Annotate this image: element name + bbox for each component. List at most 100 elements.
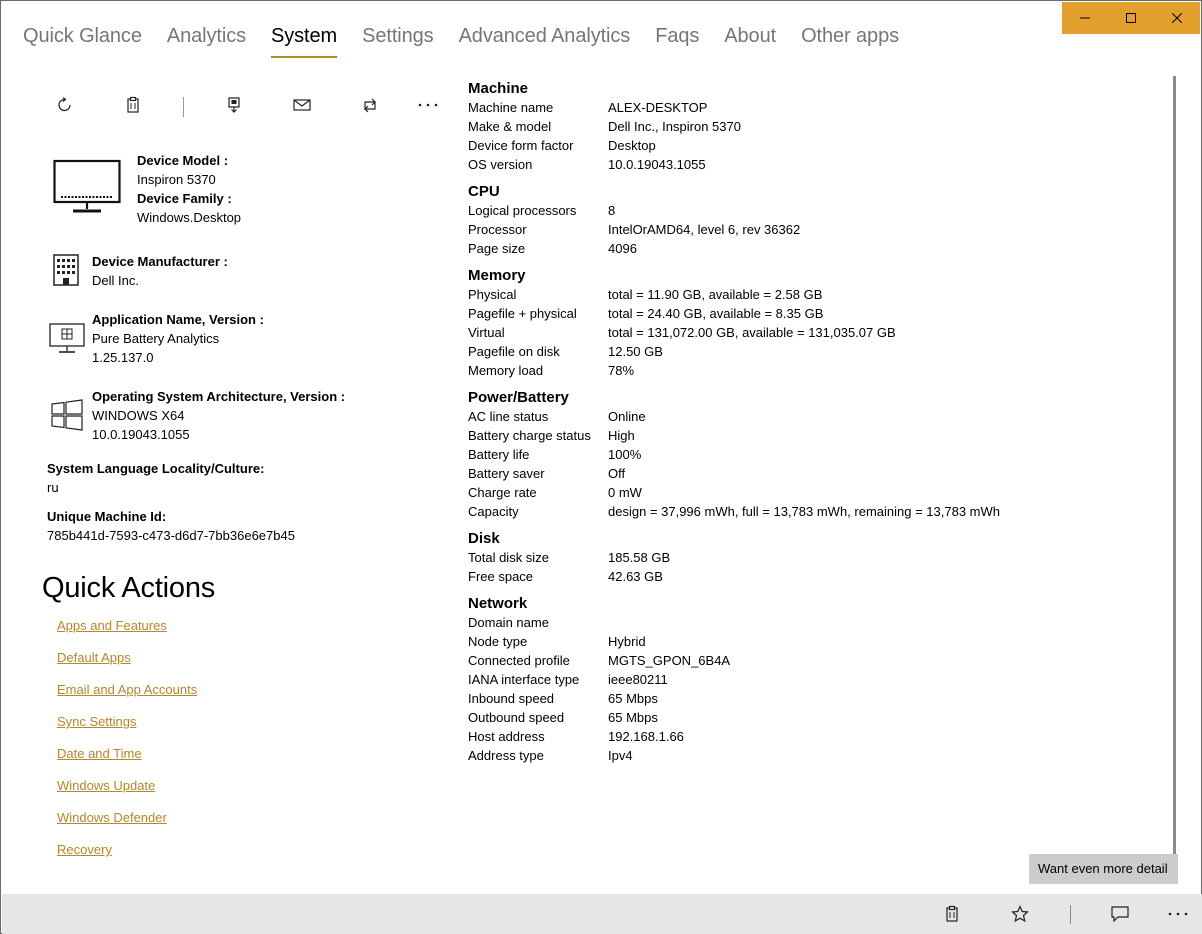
clipboard-icon — [946, 905, 958, 922]
link-email-and-app-accounts[interactable]: Email and App Accounts — [57, 680, 197, 712]
command-more-button[interactable] — [1162, 902, 1194, 926]
info-value: 0 mW — [608, 485, 642, 500]
system-info-panel: Machine Machine name ALEX-DESKTOP Make & mo… — [468, 79, 1158, 765]
windows-logo-icon — [51, 399, 83, 436]
feedback-icon — [1111, 906, 1129, 922]
tab-quick-glance[interactable]: Quick Glance — [23, 25, 142, 48]
info-value: 192.168.1.66 — [608, 729, 684, 744]
info-row: Pagefile on disk 12.50 GB — [468, 342, 1158, 361]
info-key: Memory load — [468, 363, 544, 378]
info-value: 10.0.19043.1055 — [608, 157, 706, 172]
info-value: 4096 — [608, 241, 637, 256]
info-value: IntelOrAMD64, level 6, rev 36362 — [608, 222, 801, 237]
info-row: Total disk size 185.58 GB — [468, 548, 1158, 567]
info-key: Pagefile + physical — [468, 306, 577, 321]
section-heading-network: Network — [468, 595, 528, 612]
save-button[interactable] — [218, 91, 250, 119]
tab-other-apps[interactable]: Other apps — [801, 25, 899, 48]
info-value: total = 131,072.00 GB, available = 131,0… — [608, 325, 896, 340]
tab-settings[interactable]: Settings — [362, 25, 434, 48]
email-button[interactable] — [286, 91, 318, 119]
mail-icon — [293, 99, 311, 111]
info-row: Host address 192.168.1.66 — [468, 727, 1158, 746]
info-row: Page size 4096 — [468, 239, 1158, 258]
app-window: Quick Glance Analytics System Settings A… — [0, 0, 1202, 934]
info-row: OS version 10.0.19043.1055 — [468, 155, 1158, 174]
clipboard-icon — [127, 96, 139, 113]
info-row: Device form factor Desktop — [468, 136, 1158, 155]
info-value: Dell Inc., Inspiron 5370 — [608, 119, 741, 134]
os-version: 10.0.19043.1055 — [92, 427, 190, 442]
quick-actions-list: Apps and Features Default Apps Email and… — [57, 616, 197, 872]
device-model-block: Device Model : Inspiron 5370 Device Fami… — [137, 151, 241, 227]
info-value: 42.63 GB — [608, 569, 663, 584]
more-icon — [1168, 912, 1188, 916]
share-icon — [364, 98, 376, 113]
machine-id-block: Unique Machine Id: 785b441d-7593-c473-d6… — [47, 507, 295, 545]
refresh-button[interactable] — [49, 91, 81, 119]
info-value: total = 11.90 GB, available = 2.58 GB — [608, 287, 823, 302]
machine-id-value: 785b441d-7593-c473-d6d7-7bb36e6e7b45 — [47, 528, 295, 543]
tab-system[interactable]: System — [271, 25, 337, 58]
refresh-icon — [58, 97, 71, 112]
info-key: Virtual — [468, 325, 505, 340]
vertical-scrollbar[interactable] — [1173, 76, 1176, 856]
info-row: Physical total = 11.90 GB, available = 2.… — [468, 285, 1158, 304]
more-options-button[interactable] — [412, 91, 444, 119]
bottom-command-bar — [2, 894, 1202, 934]
minimize-button[interactable] — [1062, 2, 1108, 34]
copy-command-button[interactable] — [936, 902, 968, 926]
link-windows-defender[interactable]: Windows Defender — [57, 808, 197, 840]
info-key: Host address — [468, 729, 545, 744]
feedback-button[interactable] — [1104, 902, 1136, 926]
info-value: 65 Mbps — [608, 691, 658, 706]
info-row: Connected profile MGTS_GPON_6B4A — [468, 651, 1158, 670]
link-date-and-time[interactable]: Date and Time — [57, 744, 197, 776]
manufacturer-label: Device Manufacturer : — [92, 254, 228, 269]
info-value: 100% — [608, 447, 642, 462]
language-label: System Language Locality/Culture: — [47, 461, 265, 476]
section-heading-machine: Machine — [468, 80, 529, 97]
link-sync-settings[interactable]: Sync Settings — [57, 712, 197, 744]
info-row: Machine name ALEX-DESKTOP — [468, 98, 1158, 117]
building-icon — [53, 254, 79, 291]
link-default-apps[interactable]: Default Apps — [57, 648, 197, 680]
maximize-button[interactable] — [1108, 2, 1154, 34]
window-caption-buttons — [1062, 2, 1200, 34]
tab-faqs[interactable]: Faqs — [655, 25, 699, 48]
info-key: Logical processors — [468, 203, 577, 218]
info-key: Processor — [468, 222, 527, 237]
info-value: 8 — [608, 203, 616, 218]
favorite-button[interactable] — [1004, 902, 1036, 926]
tab-analytics[interactable]: Analytics — [167, 25, 246, 48]
info-value: design = 37,996 mWh, full = 13,783 mWh, … — [608, 504, 1001, 519]
application-version: 1.25.137.0 — [92, 350, 154, 365]
info-value: 78% — [608, 363, 635, 378]
language-block: System Language Locality/Culture: ru — [47, 459, 264, 497]
info-key: Capacity — [468, 504, 519, 519]
info-row: Inbound speed 65 Mbps — [468, 689, 1158, 708]
link-recovery[interactable]: Recovery — [57, 840, 197, 872]
info-key: Machine name — [468, 100, 554, 115]
info-value: ieee80211 — [608, 672, 668, 687]
info-value: Off — [608, 466, 626, 481]
more-detail-button[interactable]: Want even more detail — [1029, 854, 1178, 884]
info-key: IANA interface type — [468, 672, 580, 687]
info-row: Free space 42.63 GB — [468, 567, 1158, 586]
link-apps-and-features[interactable]: Apps and Features — [57, 616, 197, 648]
tab-about[interactable]: About — [724, 25, 776, 48]
command-bar-separator — [1070, 905, 1071, 924]
info-value: Hybrid — [608, 634, 646, 649]
application-label: Application Name, Version : — [92, 312, 264, 327]
info-value: ALEX-DESKTOP — [608, 100, 708, 115]
copy-button[interactable] — [117, 91, 149, 119]
tab-advanced-analytics[interactable]: Advanced Analytics — [459, 25, 631, 48]
share-button[interactable] — [354, 91, 386, 119]
link-windows-update[interactable]: Windows Update — [57, 776, 197, 808]
os-block: Operating System Architecture, Version :… — [92, 387, 345, 444]
close-button[interactable] — [1154, 2, 1200, 34]
device-family-value: Windows.Desktop — [137, 210, 242, 225]
app-monitor-icon — [49, 323, 85, 360]
info-row: Address type Ipv4 — [468, 746, 1158, 765]
language-value: ru — [47, 480, 59, 495]
